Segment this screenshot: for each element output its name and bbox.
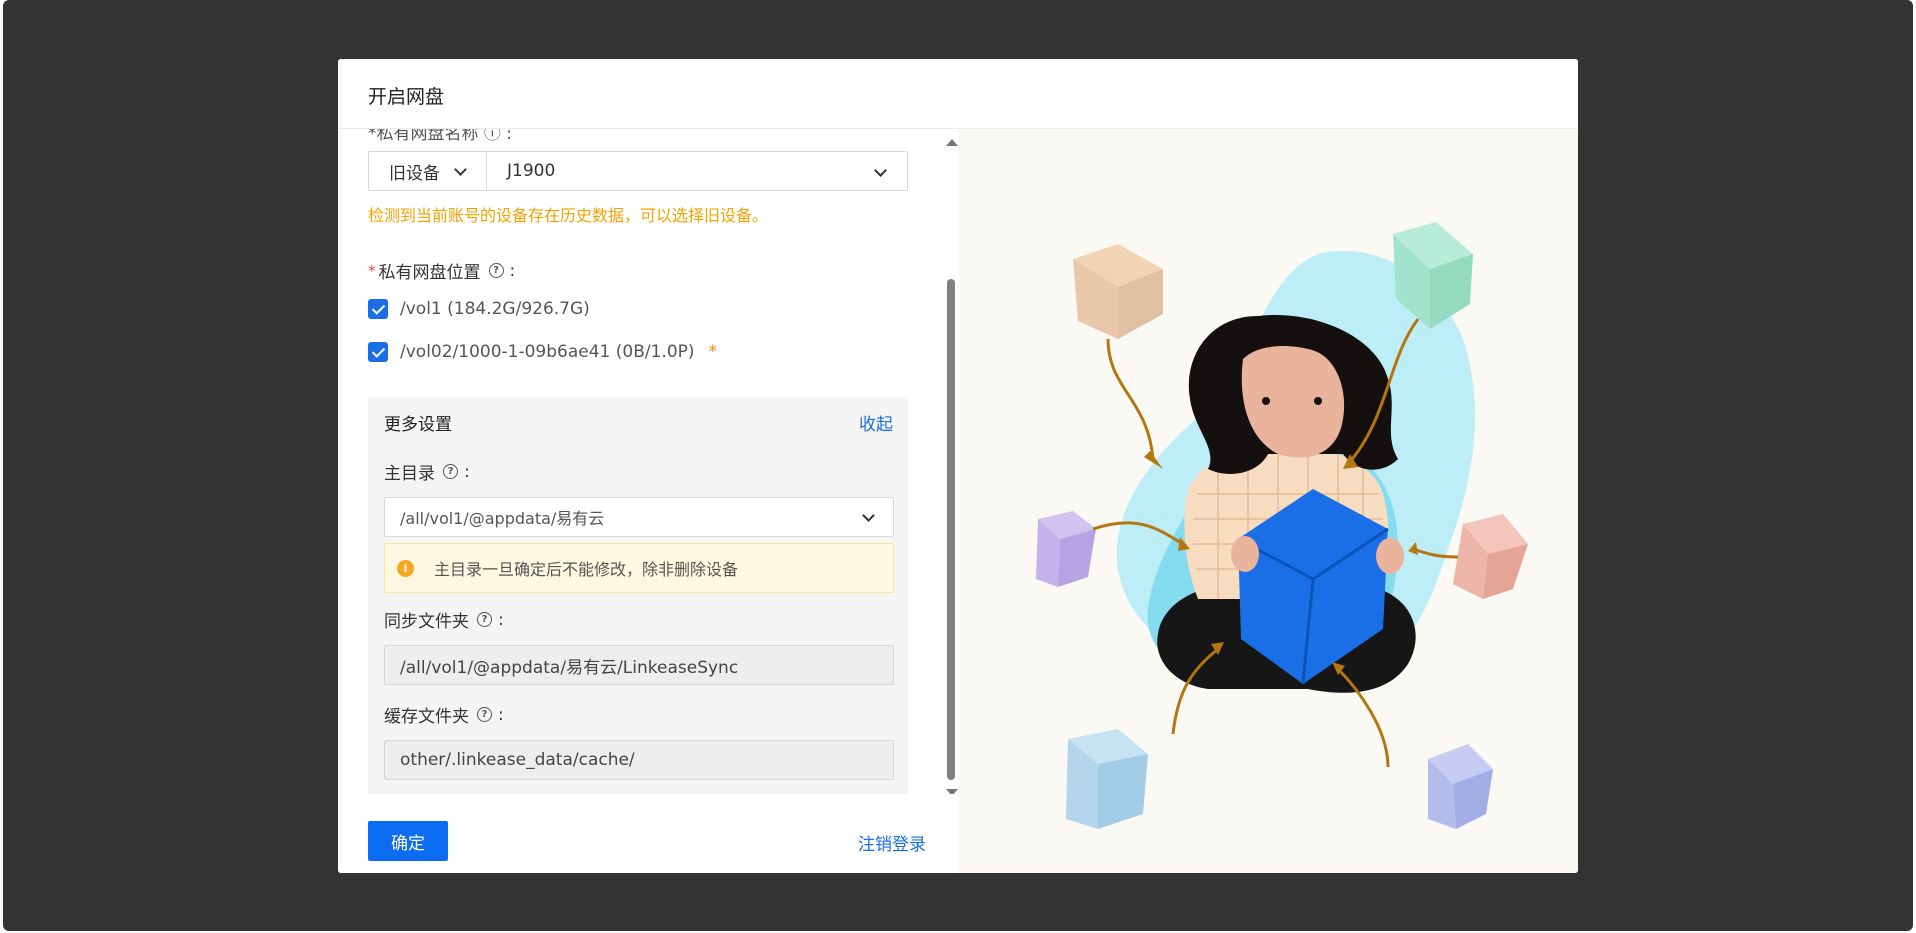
sync-folder-label: 同步文件夹 ? :: [384, 609, 504, 633]
modal-header: 开启网盘: [338, 59, 1578, 129]
chevron-down-icon: [874, 164, 887, 177]
location-option-vol02[interactable]: /vol02/1000-1-09b6ae41 (0B/1.0P) *: [368, 342, 717, 362]
help-icon[interactable]: ?: [477, 707, 492, 722]
scrollbar[interactable]: [944, 129, 958, 794]
modal-title: 开启网盘: [368, 86, 445, 108]
home-dir-label: 主目录 ? :: [384, 461, 470, 485]
info-icon: i: [397, 559, 414, 577]
help-icon[interactable]: ?: [488, 263, 504, 278]
location-marker: *: [708, 342, 718, 362]
sync-folder-field[interactable]: /all/vol1/@appdata/易有云/LinkeaseSync: [384, 645, 894, 685]
home-dir-value: /all/vol1/@appdata/易有云: [400, 509, 605, 528]
form-scroll-area[interactable]: *私有网盘名称 ⓘ : 旧设备 J1900 检测到当前账号的设备存在历史数据，可…: [338, 129, 958, 794]
eye-left: [1262, 397, 1270, 405]
device-name-dropdown[interactable]: J1900: [487, 152, 907, 190]
scroll-up-arrow-icon[interactable]: [946, 139, 958, 146]
cube-lavender: [1036, 511, 1096, 587]
more-settings-title: 更多设置: [384, 415, 452, 435]
more-settings-panel: 更多设置 收起 主目录 ? : /all/vol1/@appdata/易有云 i…: [368, 397, 908, 794]
device-history-warning: 检测到当前账号的设备存在历史数据，可以选择旧设备。: [368, 206, 769, 225]
drive-name-label: *私有网盘名称 ⓘ :: [368, 129, 513, 144]
illustration-pane: [958, 129, 1578, 873]
open-drive-modal: 开启网盘 *私有网盘名称 ⓘ : 旧设备 J1900 检测到当前账号的设备存在历…: [338, 59, 1578, 873]
alert-text: 主目录一旦确定后不能修改，除非删除设备: [434, 560, 739, 579]
scroll-down-arrow-icon[interactable]: [946, 789, 958, 794]
cube-blue: [1066, 729, 1148, 829]
logout-link[interactable]: 注销登录: [858, 830, 926, 855]
location-option-label: /vol02/1000-1-09b6ae41 (0B/1.0P): [400, 342, 695, 362]
cube-tan: [1073, 244, 1163, 339]
cloud-storage-illustration: [1036, 222, 1528, 829]
location-option-label: /vol1 (184.2G/926.7G): [400, 299, 590, 319]
location-label-text: 私有网盘位置: [378, 263, 481, 283]
help-icon[interactable]: ?: [443, 464, 458, 479]
chevron-down-icon: [454, 162, 467, 176]
confirm-button[interactable]: 确定: [368, 821, 448, 861]
location-label: * 私有网盘位置 ? :: [368, 258, 515, 284]
home-dir-select[interactable]: /all/vol1/@appdata/易有云: [384, 497, 894, 537]
help-icon[interactable]: ?: [477, 612, 492, 627]
location-option-vol1[interactable]: /vol1 (184.2G/926.7G): [368, 299, 590, 319]
checkbox-checked[interactable]: [368, 342, 388, 362]
cube-periwinkle: [1428, 744, 1493, 829]
scrollbar-thumb[interactable]: [947, 279, 955, 780]
hand-left: [1231, 536, 1259, 572]
device-select: 旧设备 J1900: [368, 151, 908, 191]
device-type-value: 旧设备: [389, 163, 440, 184]
required-asterisk: *: [368, 261, 376, 280]
eye-right: [1314, 397, 1322, 405]
chevron-down-icon: [862, 509, 875, 522]
home-dir-alert: i 主目录一旦确定后不能修改，除非删除设备: [384, 543, 894, 593]
cube-pink: [1453, 514, 1528, 599]
device-name-value: J1900: [507, 161, 556, 181]
device-type-dropdown[interactable]: 旧设备: [369, 152, 487, 190]
form-pane: *私有网盘名称 ⓘ : 旧设备 J1900 检测到当前账号的设备存在历史数据，可…: [338, 129, 958, 873]
cache-folder-label: 缓存文件夹 ? :: [384, 704, 504, 728]
cache-folder-field[interactable]: other/.linkease_data/cache/: [384, 740, 894, 780]
collapse-link[interactable]: 收起: [859, 410, 893, 435]
checkbox-checked[interactable]: [368, 299, 388, 319]
hand-right: [1376, 538, 1404, 574]
